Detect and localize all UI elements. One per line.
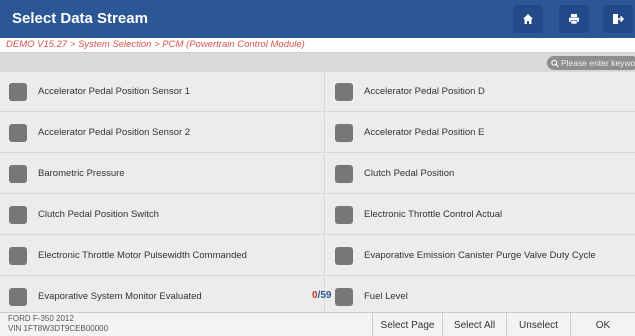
search-input[interactable] — [559, 58, 635, 68]
item-label: Accelerator Pedal Position Sensor 2 — [38, 127, 191, 138]
item-label: Clutch Pedal Position Switch — [38, 209, 159, 220]
print-icon — [569, 14, 579, 25]
checkbox[interactable] — [335, 123, 353, 142]
item-label: Clutch Pedal Position — [364, 168, 455, 179]
data-stream-item[interactable]: Evaporative Emission Canister Purge Valv… — [326, 236, 635, 276]
title-bar: Select Data Stream — [0, 0, 635, 38]
item-label: Electronic Throttle Control Actual — [364, 209, 503, 220]
home-icon — [523, 14, 533, 24]
bottom-bar: FORD F-350 2012 VIN 1FT8W3DT9CEB00000 Se… — [0, 312, 635, 336]
item-label: Fuel Level — [364, 291, 408, 302]
select-all-button[interactable]: Select All — [442, 313, 506, 336]
data-stream-item[interactable]: Electronic Throttle Control Actual — [326, 195, 635, 235]
item-label: Evaporative System Monitor Evaluated — [38, 291, 202, 302]
checkbox[interactable] — [9, 123, 27, 142]
data-stream-item[interactable]: Electronic Throttle Motor Pulsewidth Com… — [0, 236, 325, 276]
checkbox[interactable] — [9, 205, 27, 224]
vehicle-vin: VIN 1FT8W3DT9CEB00000 — [8, 324, 109, 333]
item-label: Accelerator Pedal Position D — [364, 86, 485, 97]
checkbox[interactable] — [335, 164, 353, 183]
breadcrumb: DEMO V15.27 > System Selection > PCM (Po… — [0, 38, 635, 52]
data-stream-item[interactable]: Accelerator Pedal Position Sensor 1 — [0, 72, 325, 112]
data-stream-item[interactable]: Evaporative System Monitor Evaluated — [0, 277, 325, 312]
item-label: Electronic Throttle Motor Pulsewidth Com… — [38, 250, 247, 261]
data-stream-item[interactable]: Accelerator Pedal Position E — [326, 113, 635, 153]
search-icon — [551, 59, 559, 67]
search-box[interactable] — [547, 56, 635, 70]
vehicle-info: FORD F-350 2012 VIN 1FT8W3DT9CEB00000 — [8, 314, 108, 334]
selection-counter: 0/59 — [312, 290, 331, 301]
exit-icon — [613, 14, 624, 24]
item-label: Barometric Pressure — [38, 168, 125, 179]
data-stream-item[interactable]: Accelerator Pedal Position Sensor 2 — [0, 113, 325, 153]
print-button[interactable] — [559, 5, 589, 33]
checkbox[interactable] — [335, 205, 353, 224]
item-label: Evaporative Emission Canister Purge Valv… — [364, 250, 596, 261]
item-label: Accelerator Pedal Position Sensor 1 — [38, 86, 191, 97]
ok-button[interactable]: OK — [570, 313, 635, 336]
checkbox[interactable] — [9, 246, 27, 265]
item-label: Accelerator Pedal Position E — [364, 127, 485, 138]
select-page-button[interactable]: Select Page — [372, 313, 442, 336]
total-count: 59 — [320, 290, 332, 301]
data-stream-item[interactable]: Clutch Pedal Position Switch — [0, 195, 325, 235]
home-button[interactable] — [513, 5, 543, 33]
search-bar — [0, 52, 635, 72]
checkbox[interactable] — [9, 82, 27, 101]
checkbox[interactable] — [335, 246, 353, 265]
data-stream-list: Accelerator Pedal Position Sensor 1 Acce… — [0, 72, 635, 312]
exit-button[interactable] — [603, 5, 633, 33]
data-stream-item[interactable]: Clutch Pedal Position — [326, 154, 635, 194]
unselect-button[interactable]: Unselect — [506, 313, 570, 336]
vehicle-model: FORD F-350 2012 — [8, 314, 74, 323]
data-stream-item[interactable]: Accelerator Pedal Position D — [326, 72, 635, 112]
checkbox[interactable] — [9, 287, 27, 306]
checkbox[interactable] — [335, 287, 353, 306]
data-stream-item[interactable]: Fuel Level — [326, 277, 635, 312]
checkbox[interactable] — [9, 164, 27, 183]
data-stream-item[interactable]: Barometric Pressure — [0, 154, 325, 194]
checkbox[interactable] — [335, 82, 353, 101]
page-title: Select Data Stream — [12, 10, 148, 27]
